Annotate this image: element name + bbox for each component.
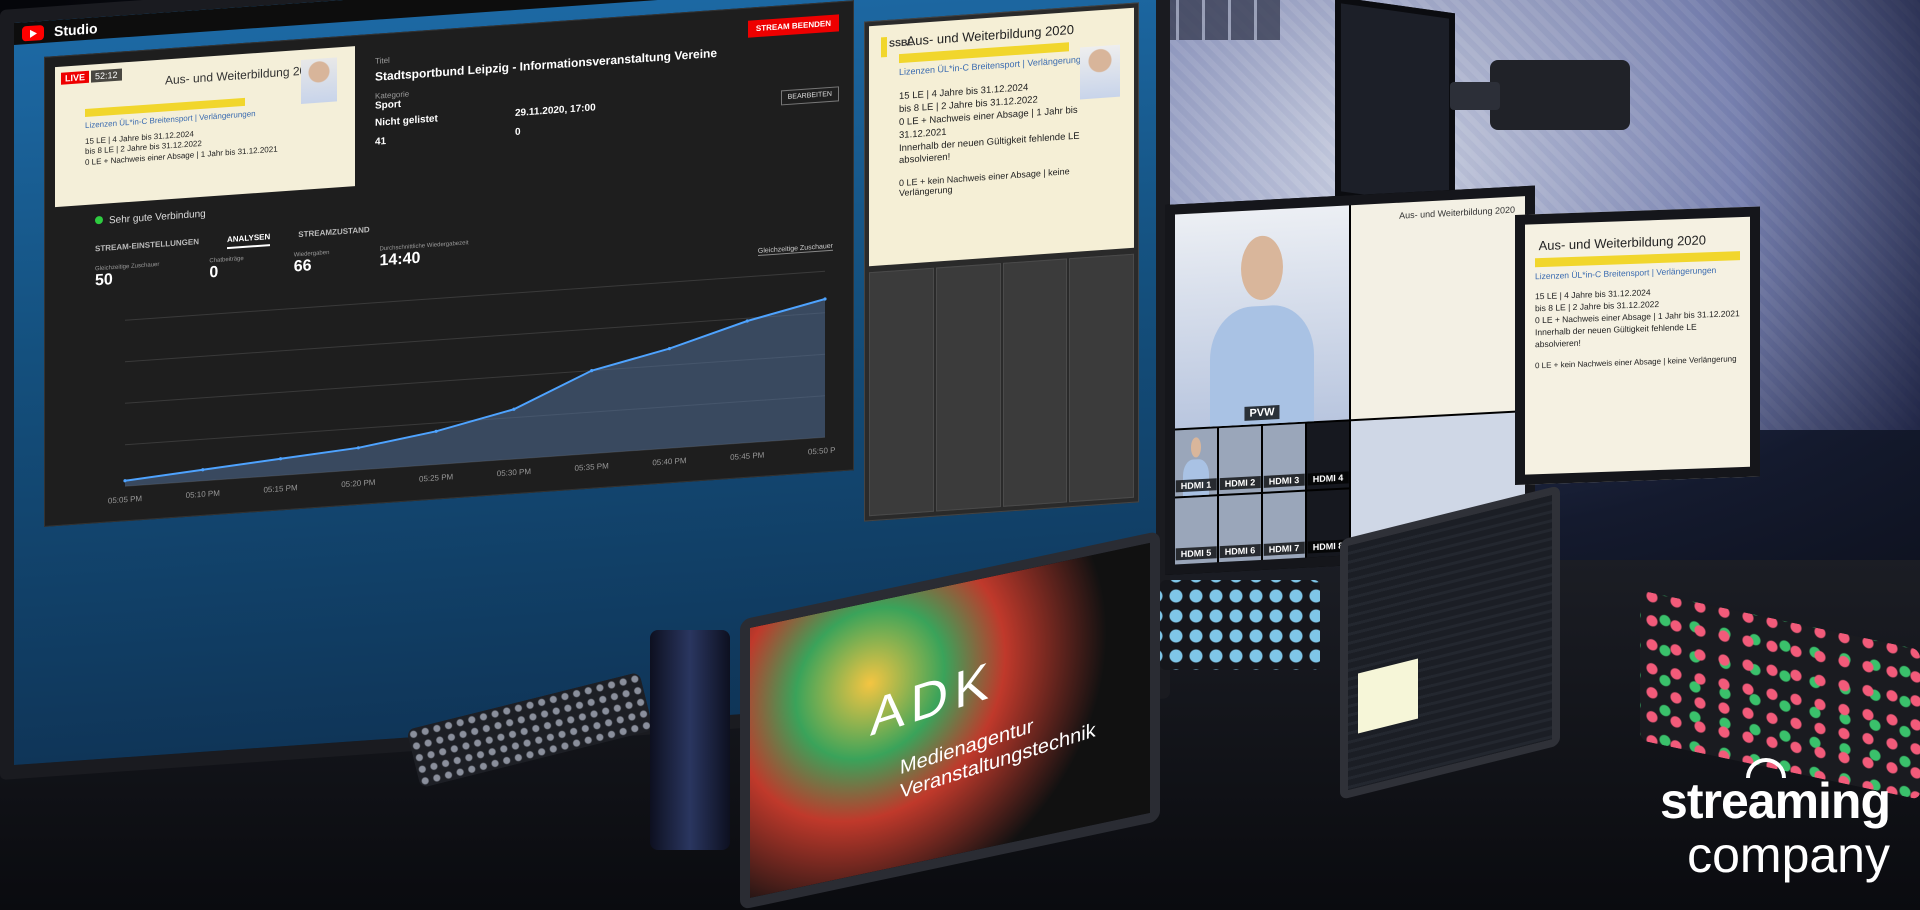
broadcast-camera bbox=[1450, 60, 1630, 130]
stream-deck bbox=[1160, 580, 1320, 670]
pvw-label: PVW bbox=[1244, 405, 1280, 421]
stat-value: 50 bbox=[95, 271, 113, 290]
chart-x-tick: 05:30 PM bbox=[497, 467, 532, 478]
stat-concurrent: Gleichzeitige Zuschauer 50 bbox=[95, 262, 159, 291]
tab-analytics[interactable]: ANALYSEN bbox=[227, 232, 271, 250]
scheduled-value: 29.11.2020, 17:00 bbox=[515, 102, 596, 119]
obs-sources-panel[interactable] bbox=[935, 263, 1001, 512]
stat-chat: Chatbeiträge 0 bbox=[209, 256, 243, 282]
privacy-value: Nicht gelistet bbox=[375, 113, 438, 129]
input-cell: HDMI 3 bbox=[1263, 423, 1305, 492]
obs-speaker-thumbnail bbox=[1080, 44, 1120, 100]
input-cell: HDMI 5 bbox=[1175, 496, 1217, 565]
chart-x-tick: 05:20 PM bbox=[341, 478, 376, 489]
chart-x-tick: 05:35 PM bbox=[575, 461, 610, 472]
chart-x-tick: 05:45 PM bbox=[730, 451, 765, 462]
obs-slide-footer: 0 LE + kein Nachweis einer Absage | kein… bbox=[899, 166, 1070, 199]
stat-value: 0 bbox=[209, 263, 219, 282]
mv-slide-title: Aus- und Weiterbildung 2020 bbox=[1399, 204, 1515, 221]
inputs-left: HDMI 1 HDMI 2 HDMI 3 HDMI 4 HDMI 5 HDMI … bbox=[1175, 421, 1349, 565]
likes-value: 0 bbox=[515, 126, 521, 138]
program-footer: 0 LE + kein Nachweis einer Absage | kein… bbox=[1535, 353, 1737, 371]
input-label: HDMI 5 bbox=[1175, 546, 1217, 561]
input-label: HDMI 7 bbox=[1263, 541, 1305, 556]
live-time: 52:12 bbox=[91, 68, 122, 83]
obs-preview: SSBL Aus- und Weiterbildung 2020 Lizenze… bbox=[869, 7, 1134, 267]
input-cell: HDMI 2 bbox=[1219, 426, 1261, 495]
preview-lines: 15 LE | 4 Jahre bis 31.12.2024 bis 8 LE … bbox=[85, 124, 278, 169]
input-label: HDMI 2 bbox=[1219, 476, 1261, 491]
program-lines: 15 LE | 4 Jahre bis 31.12.2024 bis 8 LE … bbox=[1535, 284, 1740, 351]
preview-title: Aus- und Weiterbildung 2020 bbox=[165, 62, 320, 88]
watermark-line-1: streaming bbox=[1660, 773, 1891, 829]
input-cell: HDMI 6 bbox=[1219, 494, 1261, 563]
obs-controls-panel[interactable] bbox=[1069, 253, 1134, 503]
studio-title: Studio bbox=[54, 20, 98, 40]
chart-x-tick: 05:05 PM bbox=[108, 494, 143, 505]
input-label: HDMI 6 bbox=[1219, 544, 1261, 559]
studio-scene: Studio LIVE 52:12 Aus- und Weiterbildung… bbox=[0, 0, 1920, 910]
ssbl-logo-icon bbox=[881, 36, 887, 58]
input-cell: HDMI 7 bbox=[1263, 491, 1305, 560]
watermark-line-2: company bbox=[1687, 827, 1890, 883]
chart-x-tick: 05:25 PM bbox=[419, 472, 454, 483]
obs-panels bbox=[869, 253, 1134, 517]
youtube-studio-window: LIVE 52:12 Aus- und Weiterbildung 2020 L… bbox=[44, 0, 854, 527]
stat-value: 66 bbox=[293, 257, 312, 276]
stat-views: Wiedergaben 66 bbox=[294, 250, 330, 276]
youtube-icon bbox=[22, 24, 44, 41]
ssbl-logo: SSBL bbox=[889, 37, 914, 49]
laptop-editor-screen bbox=[1348, 495, 1552, 791]
viewer-chart: 05:05 PM 05:10 PM 05:15 PM 05:20 PM 05:25 PM… bbox=[108, 270, 835, 505]
chart-x-tick: 05:15 PM bbox=[263, 483, 298, 494]
tab-stream-settings[interactable]: STREAM-EINSTELLUNGEN bbox=[95, 237, 199, 258]
obs-scenes-panel[interactable] bbox=[869, 267, 934, 517]
obs-window: SSBL Aus- und Weiterbildung 2020 Lizenze… bbox=[864, 2, 1139, 522]
chart-metric-select[interactable]: Gleichzeitige Zuschauer bbox=[757, 242, 833, 257]
connection-text: Sehr gute Verbindung bbox=[109, 208, 206, 227]
program-monitor: Aus- und Weiterbildung 2020 Lizenzen ÜL*… bbox=[1515, 206, 1760, 486]
chart-x-tick: 05:40 PM bbox=[652, 456, 687, 467]
tab-stream-health[interactable]: STREAMZUSTAND bbox=[298, 225, 369, 244]
input-label: HDMI 4 bbox=[1307, 471, 1349, 486]
side-monitor bbox=[1335, 0, 1455, 214]
stream-meta: Titel Stadtsportbund Leipzig - Informati… bbox=[375, 25, 835, 154]
obs-mixer-panel[interactable] bbox=[1002, 258, 1068, 507]
speaker-thumbnail bbox=[301, 57, 337, 104]
stream-preview[interactable]: LIVE 52:12 Aus- und Weiterbildung 2020 L… bbox=[55, 46, 355, 208]
connection-status: Sehr gute Verbindung bbox=[95, 209, 206, 228]
input-label: HDMI 3 bbox=[1263, 473, 1305, 488]
watermark: streaming company bbox=[1660, 758, 1891, 883]
concurrent-value: 41 bbox=[375, 135, 387, 148]
stat-watch-time: Durchschnittliche Wiedergabezeit 14:40 bbox=[379, 240, 468, 270]
program-slide-cell: Aus- und Weiterbildung 2020 bbox=[1351, 196, 1525, 420]
chart-area bbox=[125, 298, 825, 487]
connection-dot-icon bbox=[95, 215, 103, 225]
laptop-editor bbox=[1340, 485, 1560, 800]
drink-can bbox=[650, 630, 730, 850]
input-cell: HDMI 1 bbox=[1175, 428, 1217, 497]
preview-cell: PVW bbox=[1175, 205, 1349, 429]
chart-x-tick: 05:50 PM bbox=[808, 445, 835, 456]
input-label: HDMI 1 bbox=[1175, 478, 1217, 493]
input-cell: HDMI 4 bbox=[1307, 421, 1349, 490]
chart-point bbox=[823, 297, 827, 301]
program-title: Aus- und Weiterbildung 2020 bbox=[1538, 232, 1706, 254]
chart-x-tick: 05:10 PM bbox=[186, 489, 221, 500]
program-subtitle: Lizenzen ÜL*in-C Breitensport | Verlänge… bbox=[1535, 265, 1717, 282]
live-badge: LIVE bbox=[61, 70, 90, 85]
